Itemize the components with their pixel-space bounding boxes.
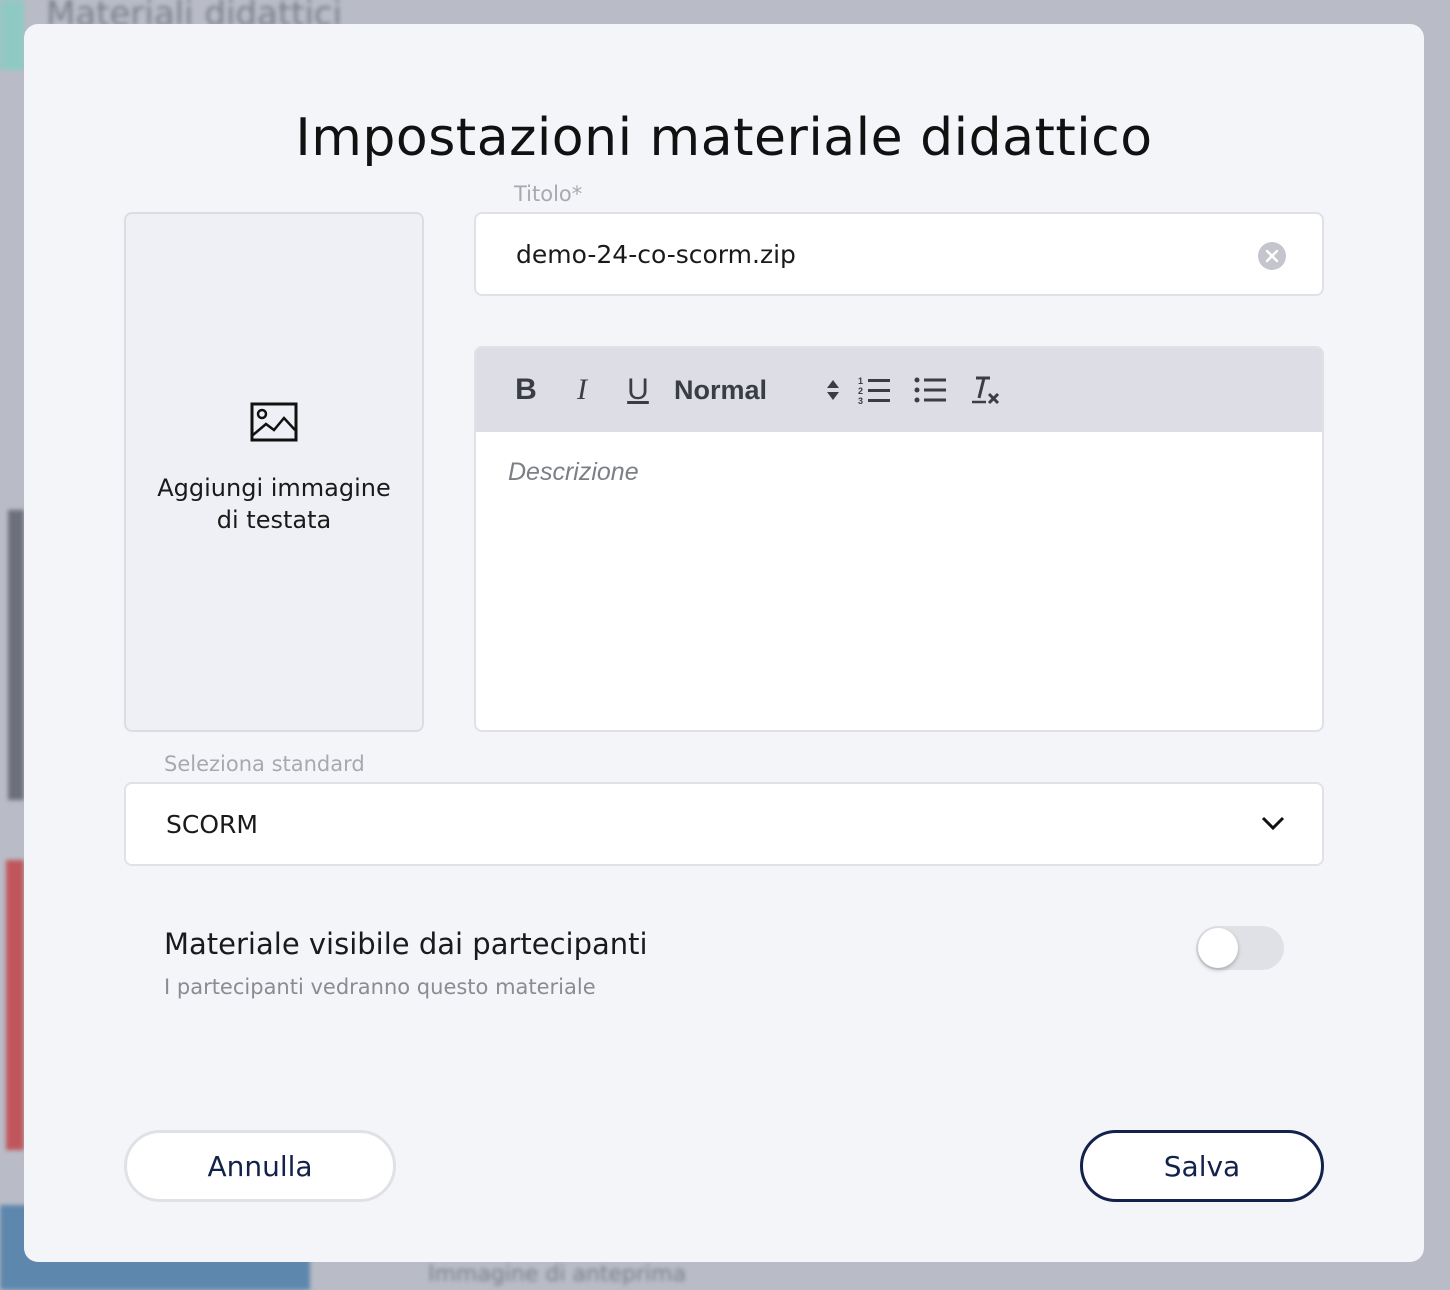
underline-button[interactable]: U bbox=[618, 370, 658, 410]
dialog-title: Impostazioni materiale didattico bbox=[295, 108, 1153, 168]
svg-text:3: 3 bbox=[858, 396, 863, 405]
standard-field-label: Seleziona standard bbox=[164, 752, 365, 776]
heading-select[interactable]: Normal bbox=[674, 370, 844, 410]
save-button[interactable]: Salva bbox=[1080, 1130, 1324, 1202]
description-textarea[interactable]: Descrizione bbox=[476, 432, 1322, 513]
background-card bbox=[6, 860, 24, 1150]
svg-text:2: 2 bbox=[858, 386, 863, 396]
image-icon bbox=[250, 402, 298, 442]
standard-select-value: SCORM bbox=[166, 809, 258, 839]
bold-button[interactable]: B bbox=[506, 370, 546, 410]
visibility-toggle[interactable] bbox=[1196, 926, 1284, 970]
chevron-down-icon bbox=[1261, 816, 1285, 831]
description-placeholder: Descrizione bbox=[508, 458, 639, 486]
background-accent-bar bbox=[0, 0, 24, 70]
svg-text:1: 1 bbox=[858, 376, 863, 386]
sort-arrows-icon bbox=[827, 380, 839, 400]
italic-button[interactable]: I bbox=[562, 370, 602, 410]
visibility-subtitle: I partecipanti vedranno questo materiale bbox=[164, 975, 596, 999]
editor-toolbar: B I U Normal 1 2 3 bbox=[476, 348, 1322, 432]
standard-select[interactable]: SCORM bbox=[124, 782, 1324, 866]
title-input-value: demo-24-co-scorm.zip bbox=[516, 239, 796, 269]
bullet-list-icon[interactable] bbox=[910, 370, 950, 410]
add-header-image-button[interactable]: Aggiungi immagine di testata bbox=[124, 212, 424, 732]
add-header-image-label: Aggiungi immagine di testata bbox=[157, 474, 391, 534]
cancel-button[interactable]: Annulla bbox=[124, 1130, 396, 1202]
background-card bbox=[8, 510, 24, 800]
title-input[interactable]: demo-24-co-scorm.zip bbox=[474, 212, 1324, 296]
visibility-title: Materiale visibile dai partecipanti bbox=[164, 927, 648, 961]
background-text: Immagine di anteprima bbox=[428, 1262, 687, 1287]
heading-select-value: Normal bbox=[674, 374, 768, 405]
description-editor: B I U Normal 1 2 3 Descrizione bbox=[474, 346, 1324, 732]
title-field-label: Titolo* bbox=[514, 182, 583, 206]
clear-circle-icon[interactable] bbox=[1258, 242, 1286, 270]
ordered-list-icon[interactable]: 1 2 3 bbox=[854, 370, 894, 410]
toggle-knob bbox=[1198, 928, 1238, 968]
clear-format-icon[interactable] bbox=[966, 370, 1006, 410]
material-settings-dialog: Impostazioni materiale didattico Aggiung… bbox=[24, 24, 1424, 1262]
